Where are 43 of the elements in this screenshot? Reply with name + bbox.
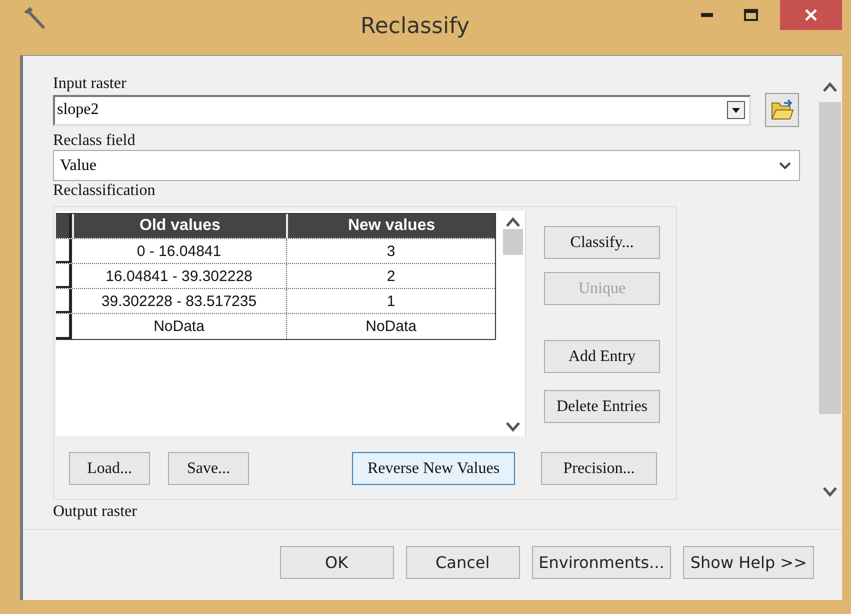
maximize-icon[interactable] <box>744 9 758 21</box>
table-cell: 3 <box>286 239 496 263</box>
scroll-up-icon[interactable] <box>505 217 522 227</box>
chevron-down-icon[interactable] <box>779 162 791 170</box>
table-cell: 1 <box>286 289 496 313</box>
dialog-button[interactable]: Environments... <box>532 546 672 578</box>
table-cell: NoData <box>286 314 496 339</box>
table-action-button[interactable]: Load... <box>69 452 150 485</box>
close-button[interactable] <box>780 0 842 30</box>
window-title: Reclassify <box>360 14 470 39</box>
table-action-button[interactable]: Precision... <box>541 452 657 485</box>
field-label: Output raster <box>53 502 138 521</box>
scrollbar-thumb[interactable] <box>819 102 841 414</box>
reclass-field-select[interactable]: Value <box>53 150 800 181</box>
scrollbar-thumb[interactable] <box>503 229 524 255</box>
row-selector[interactable] <box>56 264 72 288</box>
field-label: Reclass field <box>53 131 136 150</box>
column-header[interactable]: New values <box>286 214 496 238</box>
open-folder-button[interactable] <box>765 93 799 127</box>
scroll-up-icon[interactable] <box>822 82 838 92</box>
table-cell: 2 <box>286 264 496 288</box>
dialog-button[interactable]: Cancel <box>406 546 520 578</box>
column-header[interactable]: Old values <box>72 214 286 238</box>
dialog-button[interactable]: OK <box>280 546 394 578</box>
dialog-button[interactable]: Show Help >> <box>683 546 814 578</box>
side-button[interactable]: Add Entry <box>544 340 660 373</box>
table-cell-text: NoData <box>152 317 206 337</box>
scroll-down-icon[interactable] <box>822 487 838 497</box>
field-label: Input raster <box>53 74 128 93</box>
input-raster-combobox[interactable]: slope2 <box>53 94 751 126</box>
table-cell-text: 0 - 16.04841 <box>136 242 222 262</box>
row-selector[interactable] <box>56 289 72 313</box>
side-button[interactable]: Classify... <box>544 226 660 259</box>
section-label: Reclassification <box>53 181 156 200</box>
table-cell-text: 39.302228 - 83.517235 <box>100 292 258 312</box>
side-button[interactable]: Delete Entries <box>544 390 660 423</box>
close-icon[interactable] <box>805 9 817 21</box>
row-selector[interactable] <box>56 239 72 263</box>
table-cell-text: 16.04841 - 39.302228 <box>104 266 254 286</box>
table-action-button[interactable]: Save... <box>168 452 249 485</box>
row-selector[interactable] <box>56 314 72 339</box>
scroll-down-icon[interactable] <box>505 422 522 432</box>
table-action-button[interactable]: Reverse New Values <box>352 452 515 485</box>
